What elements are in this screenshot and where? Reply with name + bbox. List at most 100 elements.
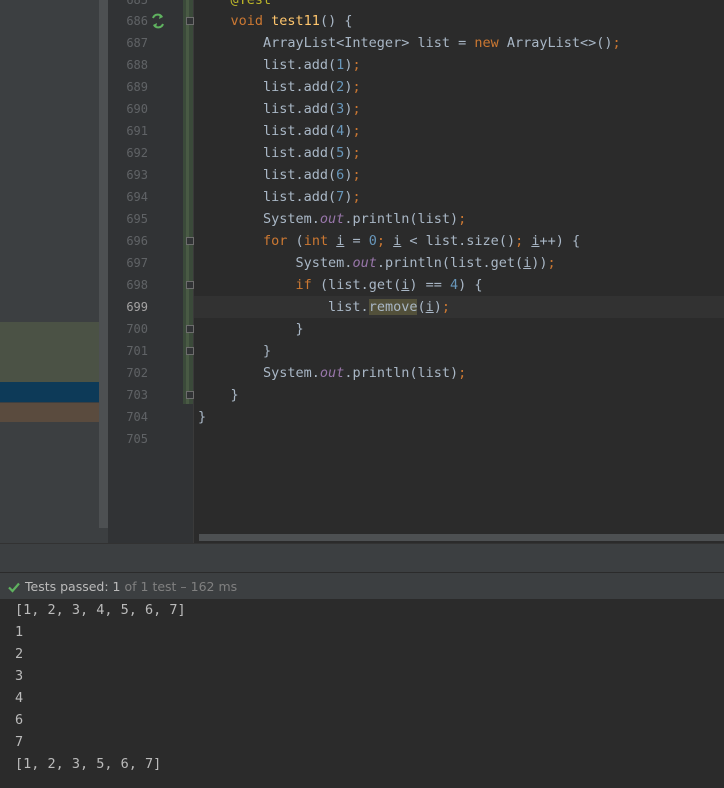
- fold-marker-icon[interactable]: [186, 17, 194, 25]
- line-number: 698: [126, 278, 148, 292]
- console-output-line: 4: [15, 690, 24, 706]
- test-status-bar: Tests passed: 1 of 1 test – 162 ms: [0, 572, 724, 600]
- check-icon: [8, 582, 20, 593]
- code-line[interactable]: list.remove(i);: [198, 296, 450, 318]
- left-panel-highlight: [0, 403, 108, 422]
- code-token: ;: [458, 365, 467, 381]
- code-line[interactable]: }: [198, 318, 304, 340]
- code-token: for: [263, 233, 296, 249]
- code-token: ;: [547, 255, 556, 271]
- line-number: 701: [126, 344, 148, 358]
- editor-horizontal-scrollbar[interactable]: [199, 534, 724, 541]
- code-line[interactable]: }: [198, 406, 206, 428]
- project-panel-strip: [0, 0, 108, 543]
- left-panel-scrollbar[interactable]: [99, 0, 108, 528]
- left-panel-selection: [0, 382, 108, 402]
- code-token: ;: [441, 299, 451, 315]
- code-token: 0: [368, 233, 377, 249]
- code-line[interactable]: System.out.println(list);: [198, 362, 466, 384]
- run-test-icon[interactable]: [150, 13, 166, 29]
- code-token: ;: [352, 189, 361, 205]
- code-token: () {: [319, 13, 353, 29]
- tool-window-header: [0, 543, 724, 572]
- console-output-line: 6: [15, 712, 24, 728]
- tests-passed-label: Tests passed: 1: [25, 579, 121, 594]
- code-token: ArrayList<>(): [506, 35, 613, 51]
- code-line[interactable]: if (list.get(i) == 4) {: [198, 274, 483, 296]
- code-line[interactable]: list.add(5);: [198, 142, 361, 164]
- line-number: 697: [126, 256, 148, 270]
- code-line[interactable]: list.add(7);: [198, 186, 361, 208]
- line-number: 692: [126, 146, 148, 160]
- line-number: 693: [126, 168, 148, 182]
- code-line[interactable]: list.add(3);: [198, 98, 361, 120]
- code-token: .println(list): [344, 365, 459, 381]
- code-token: int: [303, 233, 337, 249]
- code-line[interactable]: list.add(1);: [198, 54, 361, 76]
- code-line[interactable]: list.add(2);: [198, 76, 361, 98]
- run-console[interactable]: [1, 2, 3, 4, 5, 6, 7] 1 2 3 4 6 7 [1, 2, 3, 5, …: [0, 599, 724, 788]
- line-number: 690: [126, 102, 148, 116]
- code-line[interactable]: for (int i = 0; i < list.size(); i++) {: [198, 230, 580, 252]
- code-line[interactable]: }: [198, 340, 271, 362]
- line-number: 695: [126, 212, 148, 226]
- code-token: ) {: [458, 277, 483, 293]
- code-token: out: [319, 211, 345, 227]
- code-token: < list.size(): [401, 233, 516, 249]
- code-token: void: [230, 13, 272, 29]
- code-line[interactable]: list.add(6);: [198, 164, 361, 186]
- code-token: (: [417, 299, 426, 315]
- tests-detail: of 1 test – 162 ms: [124, 579, 238, 594]
- left-panel-highlight: [0, 322, 108, 382]
- line-number: 704: [126, 410, 148, 424]
- console-output-line: 1: [15, 624, 24, 640]
- code-token: ;: [352, 145, 361, 161]
- code-token: .println(list.get(: [376, 255, 524, 271]
- code-line[interactable]: ArrayList<Integer> list = new ArrayList<…: [198, 32, 621, 54]
- line-number: 700: [126, 322, 148, 336]
- console-output-line: [1, 2, 3, 5, 6, 7]: [15, 756, 162, 772]
- code-token: out: [352, 255, 377, 271]
- fold-marker-icon[interactable]: [186, 325, 194, 333]
- fold-marker-icon[interactable]: [186, 237, 194, 245]
- code-token: if: [295, 277, 320, 293]
- code-token: list.add(: [198, 145, 337, 161]
- code-line[interactable]: }: [198, 384, 239, 406]
- line-number: 699: [126, 300, 148, 314]
- code-token: ) ==: [409, 277, 450, 293]
- code-token: list.add(: [198, 123, 337, 139]
- code-line[interactable]: System.out.println(list);: [198, 208, 466, 230]
- code-token: (list.get(: [319, 277, 402, 293]
- code-token: new: [474, 35, 507, 51]
- code-token: }: [198, 387, 239, 403]
- code-token: list.add(: [198, 167, 337, 183]
- vcs-change-marker-inner: [186, 0, 189, 404]
- fold-marker-icon[interactable]: [186, 281, 194, 289]
- code-token: =: [344, 233, 369, 249]
- code-token: list.add(: [198, 189, 337, 205]
- code-line[interactable]: System.out.println(list.get(i));: [198, 252, 556, 274]
- code-token: out: [319, 365, 345, 381]
- code-token: remove: [368, 299, 418, 315]
- code-token: test11: [271, 13, 320, 29]
- console-output-line: 2: [15, 646, 24, 662]
- code-token: ;: [352, 57, 361, 73]
- fold-marker-icon[interactable]: [186, 391, 194, 399]
- console-output-line: 3: [15, 668, 24, 684]
- code-token: ;: [352, 167, 361, 183]
- code-token: ): [433, 299, 442, 315]
- code-token: System.: [198, 211, 320, 227]
- code-line[interactable]: void test11() {: [198, 10, 353, 32]
- line-number: 687: [126, 36, 148, 50]
- fold-marker-icon[interactable]: [186, 347, 194, 355]
- code-token: ;: [515, 233, 532, 249]
- code-token: i: [425, 299, 434, 315]
- line-number: 688: [126, 58, 148, 72]
- code-token: ;: [352, 79, 361, 95]
- code-line[interactable]: list.add(4);: [198, 120, 361, 142]
- code-token: .println(list): [344, 211, 459, 227]
